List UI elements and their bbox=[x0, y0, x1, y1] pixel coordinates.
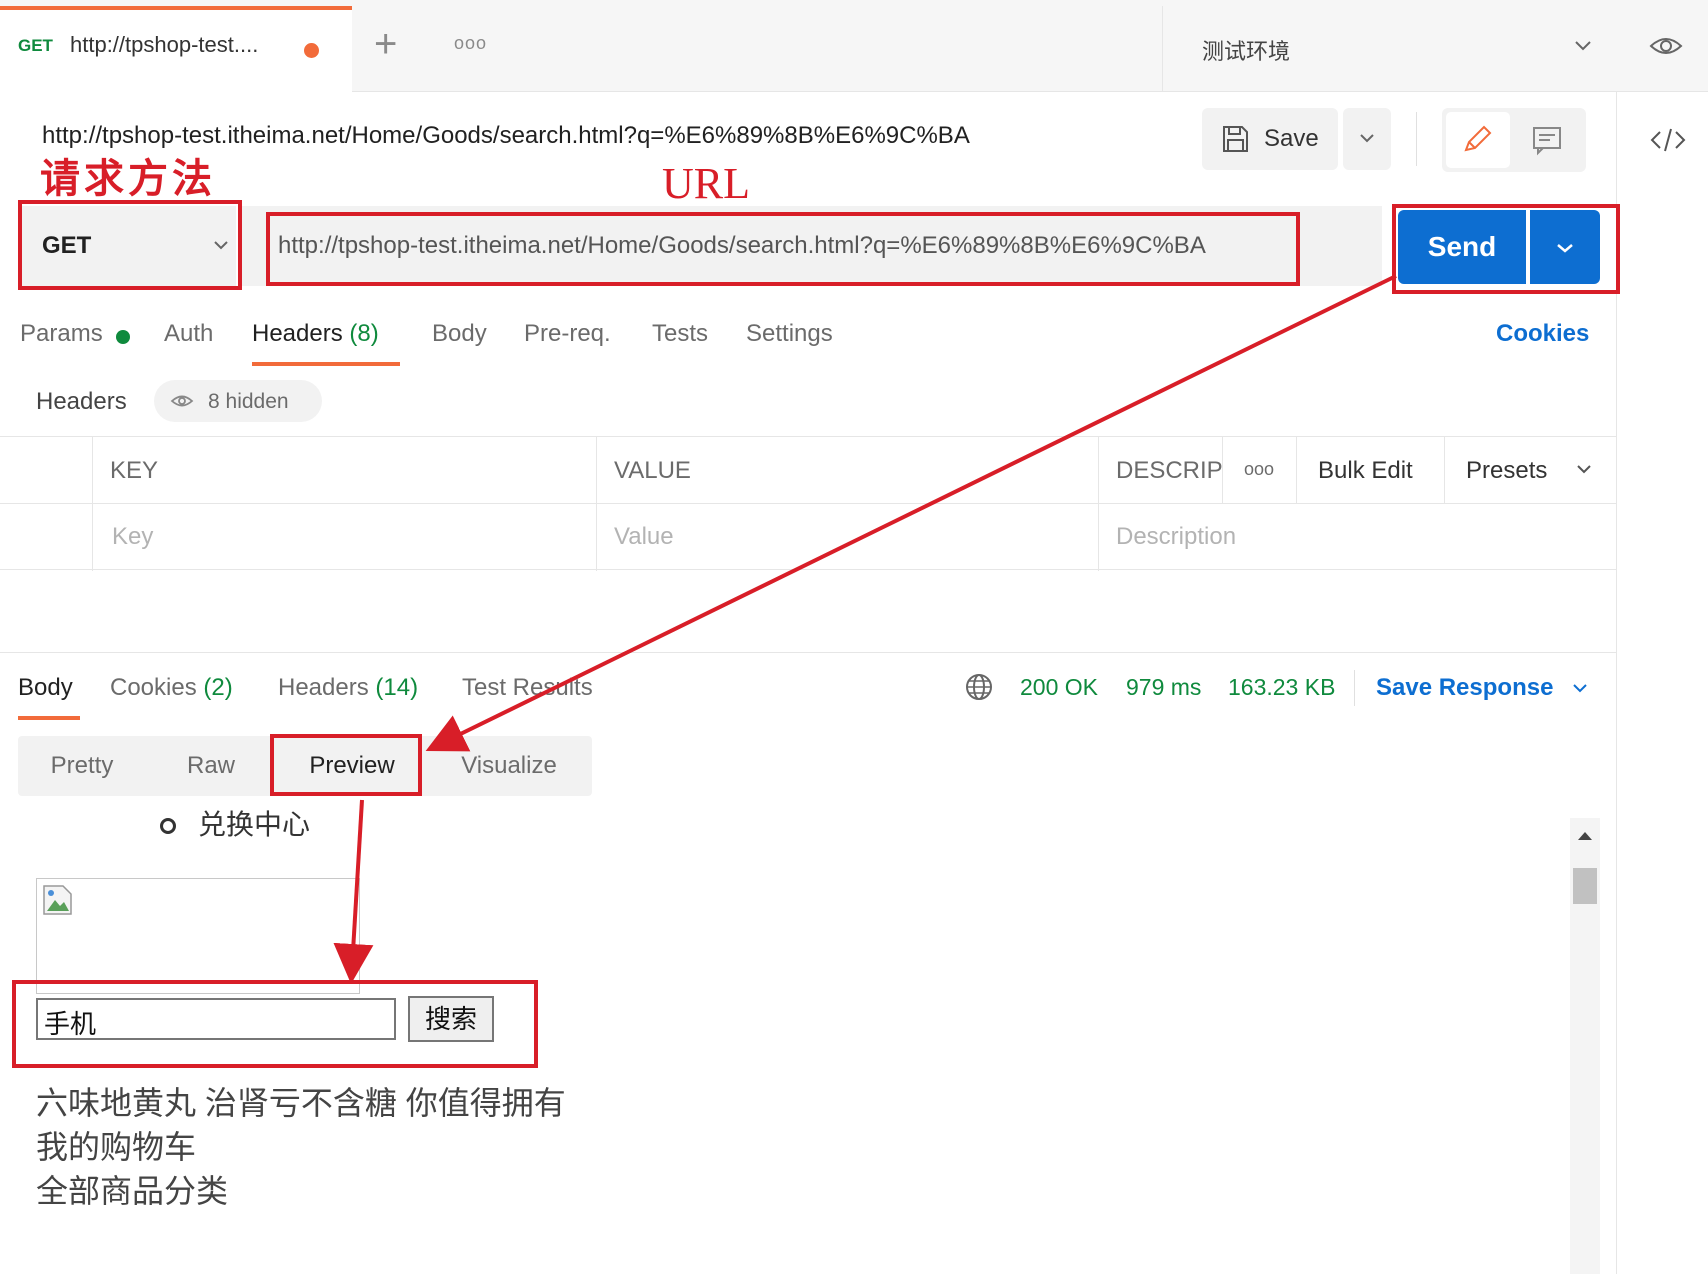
chevron-down-icon[interactable] bbox=[1570, 32, 1596, 58]
tab-body[interactable]: Body bbox=[432, 320, 487, 348]
response-tab-cookies-label: Cookies bbox=[110, 674, 197, 701]
tab-tests[interactable]: Tests bbox=[652, 320, 708, 348]
tab-method-badge: GET bbox=[18, 36, 53, 55]
chevron-down-icon bbox=[1572, 457, 1596, 481]
preview-scrollbar[interactable] bbox=[1570, 818, 1600, 1274]
table-divider bbox=[1444, 437, 1445, 503]
save-icon bbox=[1220, 124, 1250, 154]
key-input[interactable]: Key bbox=[112, 523, 153, 551]
params-indicator-dot bbox=[116, 330, 130, 344]
tab-auth[interactable]: Auth bbox=[164, 320, 213, 348]
column-header-key: KEY bbox=[110, 457, 159, 484]
column-more-button[interactable]: ooo bbox=[1244, 459, 1274, 480]
tab-more-button[interactable]: ooo bbox=[454, 33, 487, 54]
divider bbox=[1354, 670, 1355, 706]
view-pretty-button[interactable]: Pretty bbox=[40, 736, 124, 796]
tab-headers-label: Headers bbox=[252, 320, 343, 347]
tab-params[interactable]: Params bbox=[20, 320, 103, 348]
cookies-link[interactable]: Cookies bbox=[1496, 320, 1589, 348]
hidden-headers-toggle[interactable]: 8 hidden bbox=[154, 380, 322, 422]
table-divider bbox=[596, 437, 597, 571]
save-button[interactable]: Save bbox=[1202, 108, 1338, 170]
headers-table: KEY VALUE DESCRIP ooo Bulk Edit Presets … bbox=[0, 436, 1616, 571]
active-tab-underline bbox=[252, 362, 400, 366]
list-bullet bbox=[160, 818, 176, 834]
annotation-box-preview bbox=[270, 734, 422, 796]
divider bbox=[0, 652, 1616, 653]
annotation-box-url bbox=[266, 212, 1300, 286]
preview-list-item[interactable]: 兑换中心 bbox=[198, 808, 310, 838]
divider bbox=[1416, 112, 1417, 166]
environment-select[interactable]: 测试环境 bbox=[1202, 34, 1290, 66]
globe-icon[interactable] bbox=[964, 672, 994, 702]
preview-image bbox=[36, 878, 360, 994]
view-mode-toggle bbox=[1442, 108, 1586, 172]
tab-headers-count: (8) bbox=[349, 320, 379, 347]
save-response-button[interactable]: Save Response bbox=[1376, 674, 1553, 702]
eye-icon[interactable] bbox=[1648, 30, 1684, 62]
response-size[interactable]: 163.23 KB bbox=[1228, 674, 1335, 701]
annotation-box-preview-search bbox=[12, 980, 538, 1068]
description-input[interactable]: Description bbox=[1116, 523, 1236, 551]
response-tab-headers[interactable]: Headers (14) bbox=[278, 674, 418, 702]
hidden-count: 8 hidden bbox=[208, 390, 289, 413]
tab-title[interactable]: http://tpshop-test.... bbox=[70, 32, 258, 58]
scroll-up-arrow-icon[interactable] bbox=[1574, 828, 1596, 844]
response-tab-cookies[interactable]: Cookies (2) bbox=[110, 674, 233, 702]
response-tab-headers-label: Headers bbox=[278, 674, 369, 701]
table-divider bbox=[92, 437, 93, 571]
table-divider bbox=[1296, 437, 1297, 503]
annotation-method-label: 请求方法 bbox=[40, 155, 216, 202]
code-icon[interactable] bbox=[1648, 124, 1688, 156]
eye-icon bbox=[170, 392, 194, 410]
save-dropdown-button[interactable] bbox=[1343, 108, 1391, 170]
preview-text-line[interactable]: 六味地黄丸 治肾亏不含糖 你值得拥有 bbox=[36, 1078, 566, 1124]
pencil-icon bbox=[1460, 124, 1494, 156]
new-tab-button[interactable]: + bbox=[374, 22, 397, 67]
tab-prereq[interactable]: Pre-req. bbox=[524, 320, 611, 348]
view-visualize-button[interactable]: Visualize bbox=[444, 736, 574, 796]
response-tab-headers-count: (14) bbox=[375, 674, 419, 701]
active-tab-underline bbox=[18, 716, 80, 720]
annotation-box-send bbox=[1392, 204, 1620, 294]
response-time[interactable]: 979 ms bbox=[1126, 674, 1201, 701]
broken-image-icon bbox=[41, 883, 75, 917]
scrollbar-thumb[interactable] bbox=[1573, 868, 1597, 904]
response-tab-body[interactable]: Body bbox=[18, 674, 73, 702]
presets-dropdown[interactable]: Presets bbox=[1466, 457, 1547, 485]
tab-settings[interactable]: Settings bbox=[746, 320, 833, 348]
view-raw-button[interactable]: Raw bbox=[176, 736, 246, 796]
value-input[interactable]: Value bbox=[614, 523, 674, 551]
headers-section-label: Headers bbox=[36, 388, 127, 415]
preview-text-line[interactable]: 全部商品分类 bbox=[36, 1166, 228, 1212]
table-divider bbox=[0, 503, 1616, 504]
comment-icon[interactable] bbox=[1530, 124, 1564, 156]
edit-mode-button[interactable] bbox=[1446, 112, 1510, 168]
divider bbox=[1162, 6, 1163, 92]
response-tab-cookies-count: (2) bbox=[203, 674, 233, 701]
tab-headers[interactable]: Headers (8) bbox=[252, 320, 379, 348]
table-divider bbox=[1098, 437, 1099, 571]
column-header-value: VALUE bbox=[614, 457, 691, 484]
response-tab-test-results[interactable]: Test Results bbox=[462, 674, 593, 702]
chevron-down-icon bbox=[1355, 126, 1379, 150]
chevron-down-icon[interactable] bbox=[1568, 676, 1592, 700]
unsaved-dot bbox=[304, 43, 319, 58]
save-label: Save bbox=[1264, 125, 1319, 152]
annotation-box-method bbox=[18, 200, 242, 290]
status-code[interactable]: 200 OK bbox=[1020, 674, 1098, 701]
annotation-url-label: URL bbox=[662, 159, 750, 208]
column-header-description: DESCRIP bbox=[1116, 457, 1223, 484]
bulk-edit-button[interactable]: Bulk Edit bbox=[1318, 457, 1413, 485]
preview-text-line[interactable]: 我的购物车 bbox=[36, 1122, 196, 1168]
